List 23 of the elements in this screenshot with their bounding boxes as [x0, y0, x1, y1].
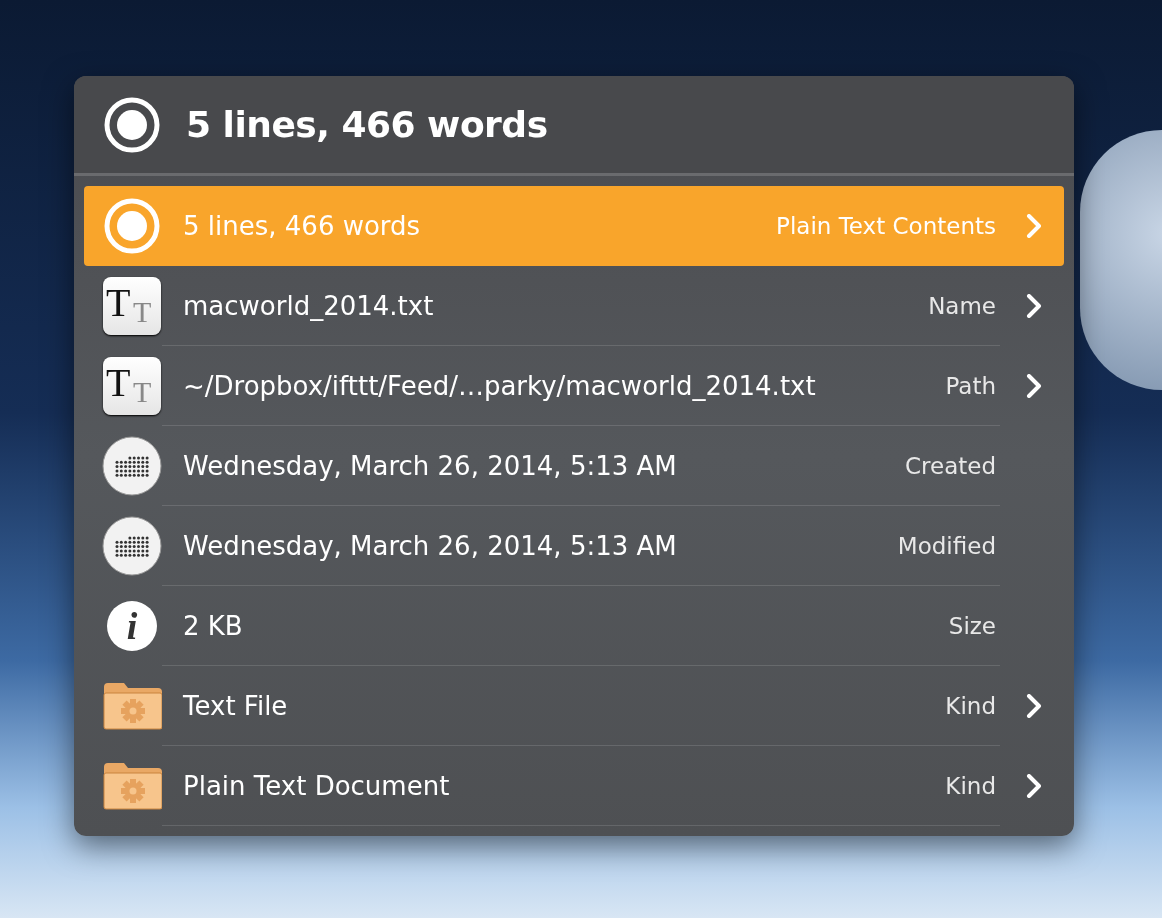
field-label: Size [948, 613, 996, 639]
result-row[interactable]: Text File Kind [84, 666, 1064, 746]
result-text: macworld_2014.txt [183, 291, 435, 321]
result-text: Plain Text Document [183, 771, 451, 801]
result-row[interactable]: i 2 KB Size [84, 586, 1064, 666]
result-text: Wednesday, March 26, 2014, 5:13 AM [183, 531, 678, 561]
field-label: Kind [945, 693, 996, 719]
result-row[interactable]: Wednesday, March 26, 2014, 5:13 AM Modified [84, 506, 1064, 586]
field-label: Created [904, 453, 996, 479]
result-text: 2 KB [183, 611, 244, 641]
result-text: ~/Dropbox/ifttt/Feed/…parky/macworld_2014.txt [183, 371, 817, 401]
field-label: Plain Text Contents [776, 213, 996, 239]
field-label: Name [928, 293, 996, 319]
result-row[interactable]: Wednesday, March 26, 2014, 5:13 AM Created [84, 426, 1064, 506]
result-text: Wednesday, March 26, 2014, 5:13 AM [183, 451, 678, 481]
info-icon: i [107, 601, 157, 651]
result-row[interactable]: Plain Text Document Kind [84, 746, 1064, 826]
result-text: Text File [183, 691, 289, 721]
field-label: Kind [945, 773, 996, 799]
header-title: 5 lines, 466 words [186, 104, 548, 145]
field-label: Path [945, 373, 996, 399]
result-text: 5 lines, 466 words [183, 211, 422, 241]
field-label: Modified [897, 533, 996, 559]
